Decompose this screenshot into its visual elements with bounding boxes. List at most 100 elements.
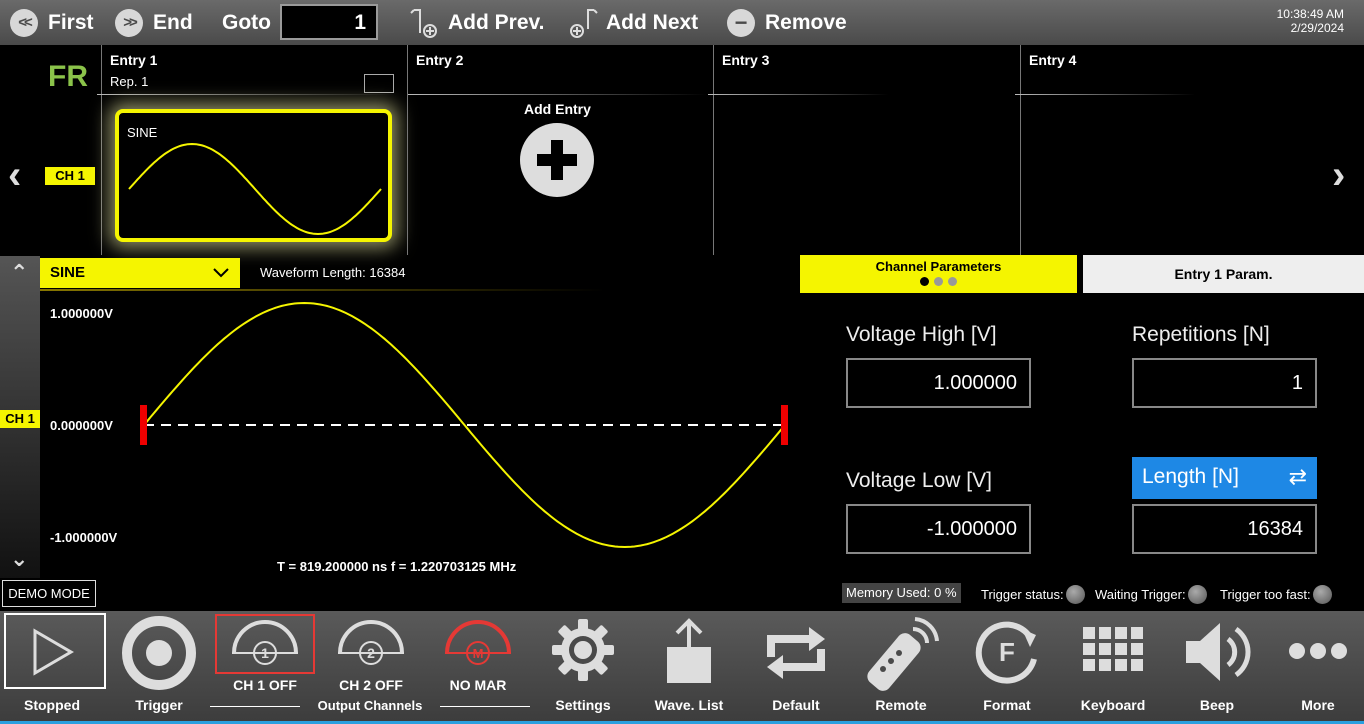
first-label: First <box>48 10 94 34</box>
entries-strip: FR CH 1 ‹ › Entry 1 Rep. 1 SINE Entry 2 … <box>0 45 1364 255</box>
beep-button[interactable]: Beep <box>1167 611 1267 721</box>
period-frequency-readout: T = 819.200000 ns f = 1.220703125 MHz <box>277 559 517 574</box>
ch1-number: 1 <box>261 645 269 661</box>
entry-divider <box>1015 94 1195 95</box>
marker-letter: M <box>473 646 484 661</box>
voltage-low-axis-label: -1.000000V <box>50 530 118 545</box>
top-toolbar: << First >> End Goto 1 Add Prev. Add Nex… <box>0 0 1364 45</box>
trigger-too-fast-status: Trigger too fast: <box>1220 585 1332 604</box>
bottom-toolbar: Stopped Trigger 1 CH 1 OFF 2 CH 2 OFF M … <box>0 611 1364 724</box>
waiting-trigger-led-icon <box>1187 585 1207 604</box>
minus-icon: − <box>727 8 755 37</box>
waveform-plot[interactable] <box>130 295 830 555</box>
remote-control-icon <box>867 617 939 691</box>
first-button[interactable]: << First <box>10 0 94 45</box>
entry-waveform-card[interactable]: SINE <box>115 109 392 242</box>
format-label: Format <box>983 697 1031 713</box>
swap-icon: ⇄ <box>1288 464 1307 489</box>
ch2-number: 2 <box>367 645 375 661</box>
entry-title: Entry 2 <box>416 52 464 68</box>
trigger-status-led-icon <box>1065 585 1085 604</box>
end-button[interactable]: >> End <box>115 0 193 45</box>
ch2-label: CH 2 OFF <box>339 677 403 693</box>
add-prev-button[interactable]: Add Prev. <box>410 0 544 45</box>
entry-title: Entry 4 <box>1029 52 1077 68</box>
default-label: Default <box>772 697 820 713</box>
next-page-arrow-icon[interactable]: › <box>1332 153 1345 198</box>
goto-label: Goto <box>222 10 271 34</box>
page-indicator <box>800 277 1077 286</box>
rep-indicator <box>364 74 394 93</box>
entry-column-3[interactable]: Entry 3 <box>708 45 1020 255</box>
add-entry-label: Add Entry <box>524 101 591 117</box>
entry-title: Entry 3 <box>722 52 770 68</box>
waveform-type-value: SINE <box>50 264 86 281</box>
trigger-status-label: Trigger status: <box>981 587 1064 602</box>
trigger-too-fast-led-icon <box>1312 585 1332 604</box>
memory-used: Memory Used: 0 % <box>842 583 961 603</box>
tab-channel-parameters[interactable]: Channel Parameters <box>800 255 1077 293</box>
trigger-status: Trigger status: <box>981 585 1085 604</box>
run-stop-label: Stopped <box>24 697 80 713</box>
repeat-icon <box>767 627 825 679</box>
trigger-label: Trigger <box>135 697 183 713</box>
output-channels-group-label: Output Channels <box>210 698 530 713</box>
format-button[interactable]: F Format <box>957 611 1057 721</box>
channel-tag: CH 1 <box>45 167 95 185</box>
voltage-high-label: Voltage High [V] <box>846 323 997 346</box>
settings-button[interactable]: Settings <box>533 611 633 721</box>
clock: 10:38:49 AM 2/29/2024 <box>1277 7 1344 35</box>
rewind-icon: << <box>10 8 38 37</box>
add-entry-button[interactable] <box>520 123 594 197</box>
remote-label: Remote <box>875 697 927 713</box>
voltage-high-field[interactable]: 1.000000 <box>846 358 1031 408</box>
plus-icon <box>537 140 577 180</box>
clock-time: 10:38:49 AM <box>1276 7 1344 21</box>
repetitions-label: Repetitions [N] <box>1132 323 1270 346</box>
repetitions-field[interactable]: 1 <box>1132 358 1317 408</box>
wave-list-label: Wave. List <box>654 697 724 713</box>
keyboard-button[interactable]: Keyboard <box>1063 611 1163 721</box>
add-next-icon <box>570 8 598 38</box>
marker-label: NO MAR <box>449 677 507 693</box>
demo-mode-badge: DEMO MODE <box>2 580 96 607</box>
chevron-down-icon <box>213 268 229 278</box>
waiting-trigger-status: Waiting Trigger: <box>1095 585 1207 604</box>
chevron-down-icon[interactable]: ⌄ <box>10 546 28 572</box>
default-button[interactable]: Default <box>746 611 846 721</box>
marker-icon: M <box>445 620 511 665</box>
length-field[interactable]: 16384 <box>1132 504 1317 554</box>
add-next-label: Add Next <box>606 10 699 34</box>
waiting-trigger-label: Waiting Trigger: <box>1095 587 1186 602</box>
run-stop-button[interactable]: Stopped <box>2 611 106 721</box>
remove-label: Remove <box>765 10 847 34</box>
more-dots-icon <box>1289 643 1347 659</box>
chevron-up-icon[interactable]: ⌃ <box>10 260 28 286</box>
add-next-button[interactable]: Add Next <box>568 0 698 45</box>
voltage-zero-axis-label: 0.000000V <box>50 418 113 433</box>
waveform-type-select[interactable]: SINE <box>40 258 240 288</box>
wave-list-button[interactable]: Wave. List <box>639 611 739 721</box>
more-button[interactable]: More <box>1268 611 1364 721</box>
length-toggle-button[interactable]: Length [N] ⇄ <box>1132 457 1317 499</box>
upload-icon <box>667 618 711 683</box>
sine-thumbnail <box>128 142 382 236</box>
remove-button[interactable]: − Remove <box>727 0 847 45</box>
fast-forward-icon: >> <box>115 8 143 37</box>
voltage-low-field[interactable]: -1.000000 <box>846 504 1031 554</box>
tab-entry-param[interactable]: Entry 1 Param. <box>1083 255 1364 293</box>
trigger-button[interactable]: Trigger <box>109 611 209 721</box>
prev-page-arrow-icon[interactable]: ‹ <box>8 153 21 198</box>
entry-column-4[interactable]: Entry 4 <box>1015 45 1330 255</box>
goto-input[interactable]: 1 <box>280 4 378 40</box>
entry-title: Entry 1 <box>110 52 158 68</box>
trigger-icon <box>122 616 196 690</box>
clock-date: 2/29/2024 <box>1290 21 1344 35</box>
trigger-too-fast-label: Trigger too fast: <box>1220 587 1311 602</box>
keyboard-label: Keyboard <box>1080 697 1146 713</box>
channel-2-icon: 2 <box>338 620 404 665</box>
length-label: Length [N] <box>1142 465 1239 488</box>
mode-label: FR <box>48 60 88 93</box>
remote-button[interactable]: Remote <box>851 611 951 721</box>
channel-1-icon: 1 <box>232 620 298 665</box>
